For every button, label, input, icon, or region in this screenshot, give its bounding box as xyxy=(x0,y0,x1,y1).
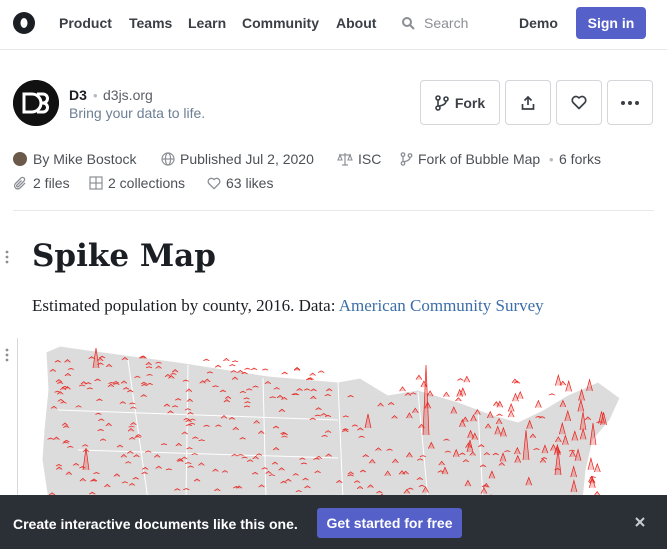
population-spike xyxy=(229,364,236,367)
nav-teams[interactable]: Teams xyxy=(129,15,172,31)
heart-icon xyxy=(571,95,587,110)
separator-dot: • xyxy=(93,88,98,103)
population-spike xyxy=(594,462,601,473)
population-spike xyxy=(589,476,596,478)
population-spike xyxy=(455,397,462,402)
likes-meta[interactable]: 63 likes xyxy=(207,175,273,191)
population-spike xyxy=(507,410,515,418)
owner-tagline: Bring your data to life. xyxy=(69,105,206,121)
population-spike xyxy=(318,370,325,373)
population-spike xyxy=(463,375,471,383)
population-spike xyxy=(548,393,556,396)
collections-label: 2 collections xyxy=(108,175,186,191)
files-label: 2 files xyxy=(33,175,70,191)
signup-banner: Create interactive documents like this o… xyxy=(0,495,667,549)
more-icon xyxy=(621,100,639,105)
author-meta[interactable]: By Mike Bostock xyxy=(13,151,136,167)
likes-label: 63 likes xyxy=(226,175,274,191)
forks-count[interactable]: 6 forks xyxy=(559,151,601,167)
fork-button[interactable]: Fork xyxy=(420,80,500,125)
description-text: Estimated population by county, 2016. Da… xyxy=(32,296,339,315)
nav-learn[interactable]: Learn xyxy=(188,15,226,31)
search-icon[interactable] xyxy=(401,16,415,30)
scale-icon xyxy=(337,153,353,166)
published-meta: Published Jul 2, 2020 xyxy=(161,151,314,167)
us-map-shape xyxy=(41,345,621,500)
files-meta[interactable]: 2 files xyxy=(13,175,70,191)
fork-icon xyxy=(400,152,413,166)
published-date: Published Jul 2, 2020 xyxy=(180,151,314,167)
population-spike xyxy=(415,374,423,380)
nav-community[interactable]: Community xyxy=(242,15,319,31)
heart-icon xyxy=(207,177,221,189)
drag-handle-icon[interactable] xyxy=(5,250,9,264)
population-spike xyxy=(223,357,230,362)
source-link[interactable]: American Community Survey xyxy=(339,296,544,315)
d3-avatar[interactable] xyxy=(13,80,59,126)
fork-icon xyxy=(435,94,449,111)
owner-name[interactable]: D3 xyxy=(69,87,87,103)
collections-meta[interactable]: 2 collections xyxy=(89,175,185,191)
forks-label: 6 forks xyxy=(559,151,602,167)
share-button[interactable] xyxy=(505,80,551,125)
nav-product[interactable]: Product xyxy=(59,15,112,31)
population-spike xyxy=(535,399,542,408)
demo-link[interactable]: Demo xyxy=(519,15,558,31)
observable-logo-icon[interactable] xyxy=(12,11,36,35)
like-button[interactable] xyxy=(556,80,602,125)
globe-icon xyxy=(161,152,175,166)
population-spike xyxy=(309,372,316,376)
fork-of-meta[interactable]: Fork of Bubble Map xyxy=(400,151,540,167)
cell-focus-bar xyxy=(17,338,18,498)
population-spike xyxy=(203,358,210,362)
population-spike xyxy=(262,368,269,371)
population-spike xyxy=(232,360,239,363)
share-icon xyxy=(521,95,535,110)
author-name: By Mike Bostock xyxy=(33,151,137,167)
paperclip-icon xyxy=(13,176,26,190)
population-spike xyxy=(281,371,288,375)
sign-in-button[interactable]: Sign in xyxy=(576,7,646,39)
spike-map xyxy=(41,345,621,500)
fork-label: Fork xyxy=(454,94,486,111)
population-spike xyxy=(293,367,301,371)
nav-about[interactable]: About xyxy=(336,15,376,31)
population-spike xyxy=(443,391,450,397)
get-started-button[interactable]: Get started for free xyxy=(317,508,462,538)
separator-dot: • xyxy=(549,152,554,167)
search-input[interactable]: Search xyxy=(424,15,468,31)
population-spike xyxy=(214,364,222,368)
drag-handle-icon[interactable] xyxy=(5,348,9,362)
population-spike xyxy=(496,413,503,416)
population-spike xyxy=(250,367,258,371)
collections-icon xyxy=(89,176,103,190)
page-title: Spike Map xyxy=(32,238,216,274)
header-divider xyxy=(13,210,654,211)
license-meta[interactable]: ISC xyxy=(337,151,381,167)
population-spike xyxy=(565,379,573,392)
description: Estimated population by county, 2016. Da… xyxy=(32,296,544,316)
license-label: ISC xyxy=(358,151,382,167)
population-spike xyxy=(399,386,406,392)
population-spike xyxy=(507,402,515,412)
population-spike xyxy=(516,390,524,400)
fork-of-link: Fork of Bubble Map xyxy=(418,151,541,167)
owner-domain[interactable]: d3js.org xyxy=(103,87,153,103)
banner-text: Create interactive documents like this o… xyxy=(13,516,298,532)
more-button[interactable] xyxy=(607,80,653,125)
population-spike xyxy=(244,367,251,370)
top-nav: Product Teams Learn Community About Sear… xyxy=(0,0,667,50)
population-spike xyxy=(457,378,464,381)
author-avatar xyxy=(13,152,27,166)
close-icon[interactable] xyxy=(633,515,647,529)
population-spike xyxy=(307,377,314,381)
